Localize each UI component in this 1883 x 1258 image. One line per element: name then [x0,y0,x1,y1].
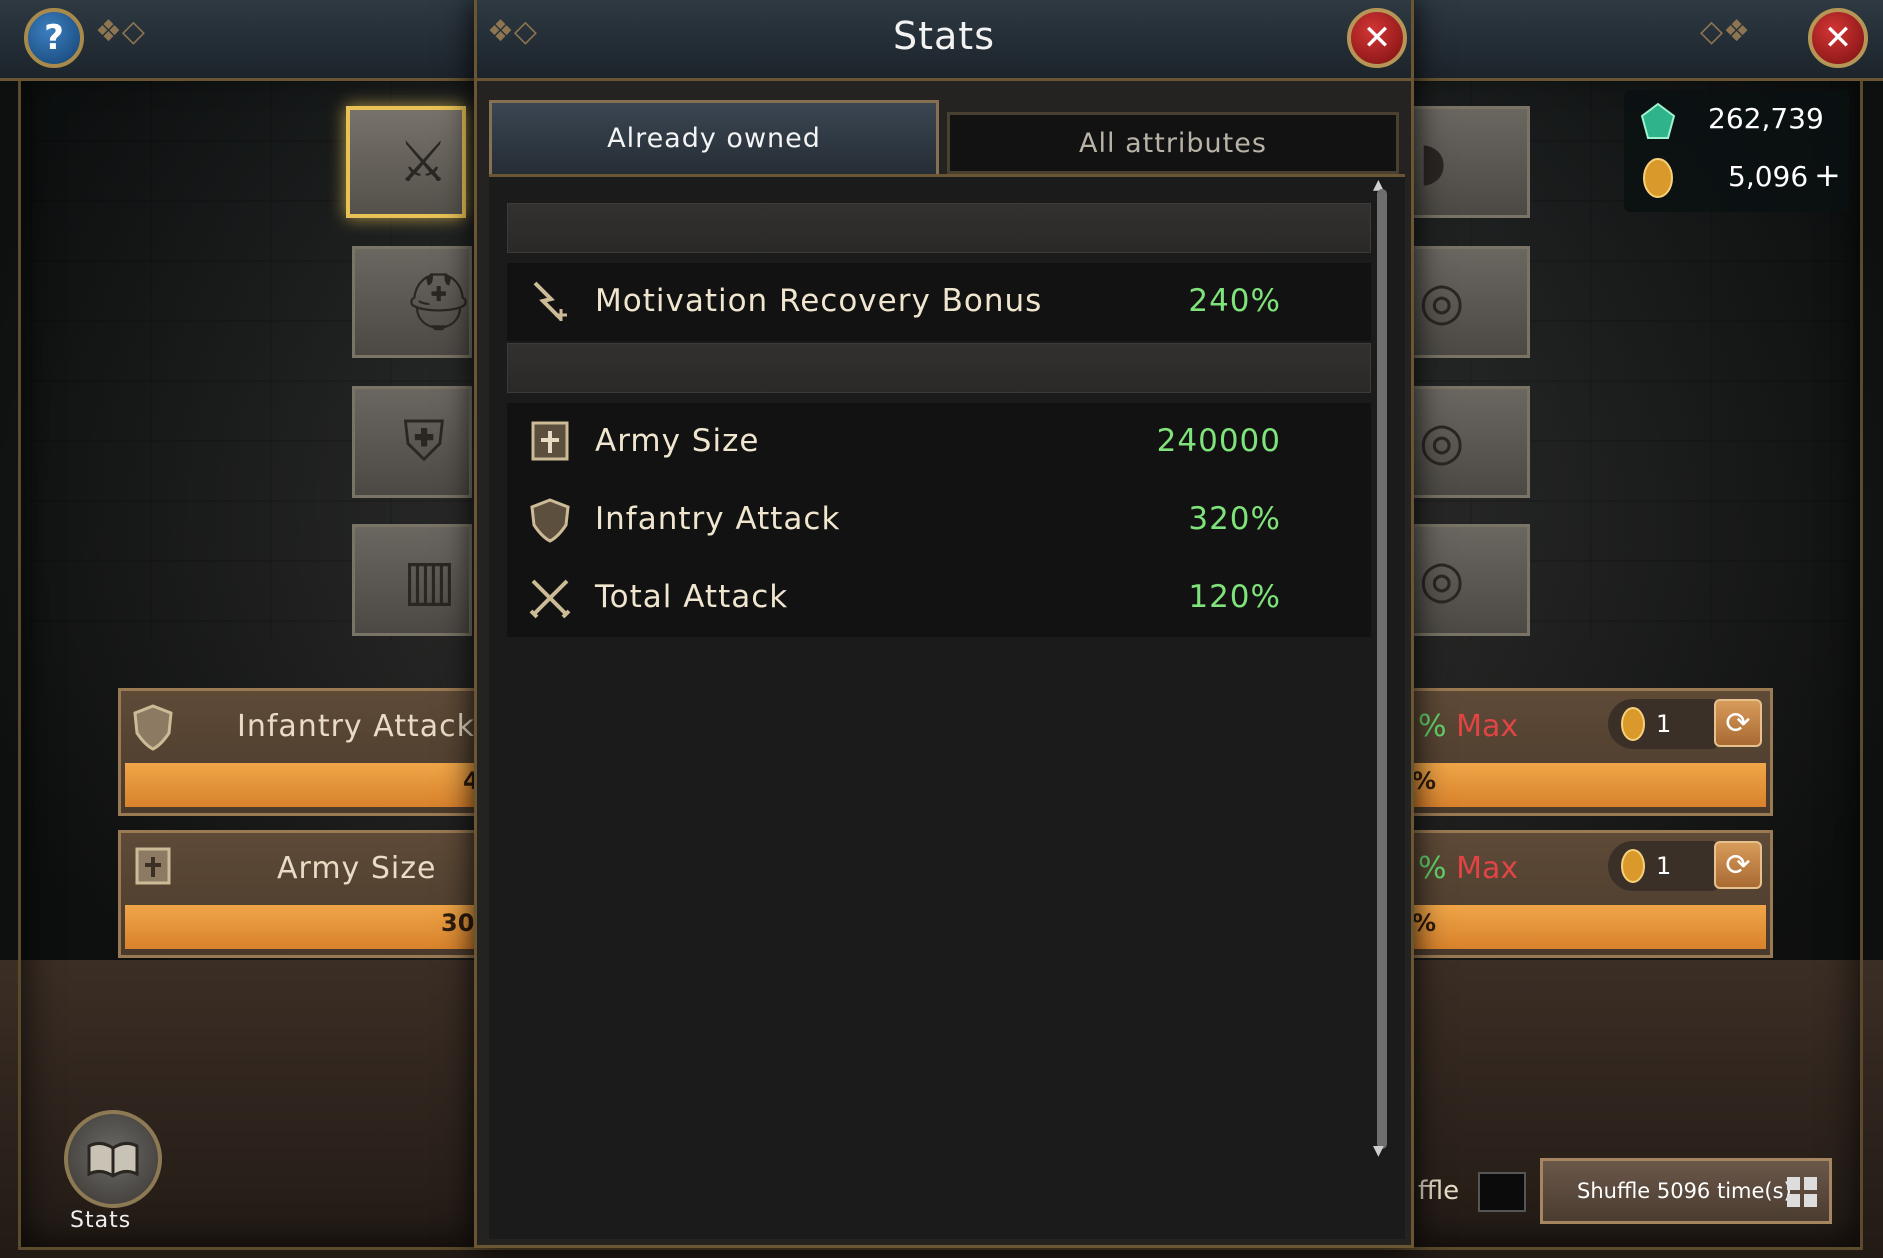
equipment-slot-ring[interactable]: ◎ [1410,386,1530,498]
tab-all-attributes[interactable]: All attributes [947,112,1399,174]
refresh-icon: ⟳ [1725,847,1751,883]
attribute-label: Infantry Attack [237,709,475,744]
shuffle-checkbox[interactable] [1478,1172,1526,1212]
modal-close-button[interactable]: ✕ [1347,8,1407,68]
ring-icon: ◎ [1419,550,1465,610]
reroll-button[interactable]: ⟳ [1714,699,1762,747]
attribute-bar-value: % [1412,909,1437,937]
stat-row: Army Size 240000 [507,403,1371,481]
motivation-recovery-icon [533,281,567,321]
stat-value: 240% [1188,283,1281,319]
help-button[interactable]: ? [24,8,84,68]
section-divider [507,203,1371,253]
equipment-slot-horn[interactable]: ◗ [1410,106,1530,218]
crossed-swords-icon [529,579,571,619]
tab-already-owned[interactable]: Already owned [489,100,939,174]
equipment-slot-armor[interactable]: ⛨ [352,386,472,498]
attribute-progress-bar: % [1412,905,1766,949]
shuffle-button-label: Shuffle 5096 time(s) [1577,1179,1792,1203]
stat-row: Total Attack 120% [507,559,1371,637]
gold-token-icon [1621,849,1645,883]
gem-icon [1640,102,1676,139]
gems-value: 262,739 [1708,102,1824,135]
attribute-max-text: % Max [1418,851,1519,886]
currency-panel: 262,739 5,096 + [1624,90,1849,212]
equipment-slot-helmet[interactable]: ⛑ [352,246,475,358]
attribute-row-army-size-right: % Max 1 ⟳ % [1405,830,1773,958]
stat-value: 320% [1188,501,1281,537]
stat-row: Motivation Recovery Bonus 240% [507,263,1371,341]
stat-label: Army Size [595,423,760,459]
attribute-max-text: % Max [1418,709,1519,744]
attribute-row-infantry-attack-right: % Max 1 ⟳ % [1405,688,1773,816]
gems-row: 262,739 [1638,100,1824,144]
grid-icon [1787,1177,1817,1207]
reroll-cost: 1 [1608,841,1718,891]
attribute-progress-bar: 4 [125,763,481,807]
shuffle-checkbox-label: ffle [1418,1176,1460,1206]
close-window-button[interactable]: ✕ [1808,8,1868,68]
attribute-progress-bar: % [1412,763,1766,807]
ring-icon: ◎ [1419,412,1465,472]
stat-row: Infantry Attack 320% [507,481,1371,559]
modal-title: Stats [892,14,995,58]
reroll-cost-value: 1 [1656,710,1672,738]
scroll-down-arrow[interactable]: ▼ [1373,1143,1384,1159]
attribute-bar-value: % [1412,767,1437,795]
coins-value: 5,096 [1728,160,1809,193]
add-coins-button[interactable]: + [1814,156,1841,194]
ring-icon: ◎ [1419,272,1465,332]
stats-label: Stats [70,1208,132,1233]
gold-token-icon [1643,158,1673,198]
refresh-icon: ⟳ [1725,705,1751,741]
scrollbar[interactable] [1377,189,1387,1149]
ornament-icon: ❖◇ [95,14,145,49]
sword-icon: ⚔ [398,129,449,195]
stat-value: 120% [1188,579,1281,615]
stats-button[interactable] [64,1110,162,1208]
equipment-slot-weapon[interactable]: ⚔ [346,106,466,218]
shield-icon [133,704,173,751]
book-icon [87,1141,139,1178]
attribute-progress-bar: 300 [125,905,491,949]
stats-list: Motivation Recovery Bonus 240% Army Size… [489,174,1405,1239]
attribute-label: Army Size [277,851,437,886]
coins-row: 5,096 + [1638,156,1841,200]
shuffle-button[interactable]: Shuffle 5096 time(s) [1540,1158,1832,1224]
attribute-row-army-size: Army Size 300 [118,830,491,958]
army-banner-icon [531,421,569,461]
section-divider [507,343,1371,393]
horn-icon: ◗ [1419,132,1447,192]
attribute-row-infantry-attack: Infantry Attack 4 [118,688,488,816]
ornament-icon: ◇❖ [1700,14,1750,49]
modal-title-bar: ❖◇ Stats ✕ [477,0,1411,81]
reroll-button[interactable]: ⟳ [1714,841,1762,889]
gold-token-icon [1621,707,1645,741]
reroll-cost-value: 1 [1656,852,1672,880]
shield-icon [530,498,570,543]
stat-label: Motivation Recovery Bonus [595,283,1043,319]
greaves-icon: ▥ [403,547,456,613]
army-banner-icon [135,847,171,885]
equipment-slot-ring[interactable]: ◎ [1410,524,1530,636]
equipment-slot-legs[interactable]: ▥ [352,524,472,636]
stats-modal: ❖◇ Stats ✕ Already owned All attributes … [474,0,1414,1248]
stat-label: Total Attack [595,579,789,615]
armor-icon: ⛨ [403,409,445,474]
reroll-cost: 1 [1608,699,1718,749]
helmet-icon: ⛑ [403,270,475,335]
stat-value: 240000 [1156,423,1281,459]
stat-label: Infantry Attack [595,501,841,537]
equipment-slot-ring[interactable]: ◎ [1410,246,1530,358]
